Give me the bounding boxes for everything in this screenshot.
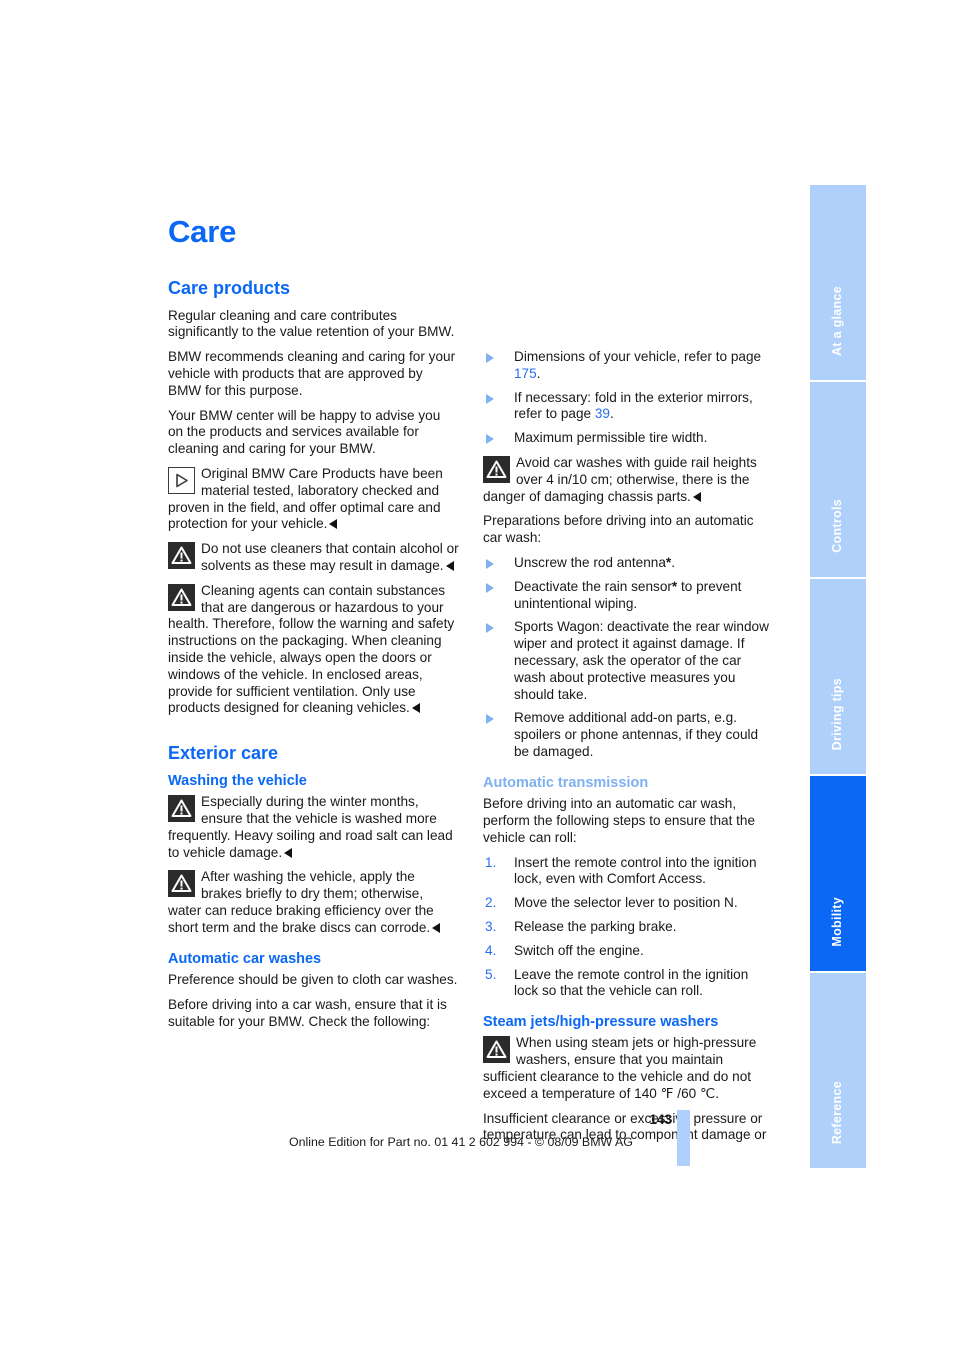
list-item: Unscrew the rod antenna*. (483, 555, 774, 572)
list-item: Remove additional add-on parts, e.g. spo… (483, 710, 774, 760)
list-item: Move the selector lever to position N. (485, 895, 738, 912)
warning-triangle-icon (483, 1036, 510, 1064)
list-item: Dimensions of your vehicle, refer to pag… (483, 349, 774, 383)
chapter-tab-mobility[interactable]: Mobility (810, 776, 866, 973)
note-text: After washing the vehicle, apply the bra… (168, 869, 434, 935)
page-reference-link[interactable]: 39 (595, 406, 610, 421)
note-text: Avoid car washes with guide rail heights… (483, 454, 757, 504)
note-text: Especially during the winter months, ens… (168, 794, 453, 860)
list-item-text-tail: . (536, 365, 541, 381)
note-dry-brakes-after-wash: After washing the vehicle, apply the bra… (168, 869, 459, 936)
list-item-text-tail: . (671, 554, 675, 570)
list-car-wash-checks: Dimensions of your vehicle, refer to pag… (483, 349, 774, 447)
note-cleaning-agents-hazard: Cleaning agents can contain substances t… (168, 583, 459, 717)
chapter-tab-label: Mobility (830, 897, 844, 947)
end-of-note-marker (411, 703, 420, 714)
list-item-text: Remove additional add-on parts, e.g. spo… (514, 710, 759, 759)
paragraph-preparations-intro: Preparations before driving into an auto… (483, 513, 754, 546)
list-item-text: Unscrew the rod antenna (514, 554, 666, 570)
chapter-tab-label: Driving tips (830, 677, 844, 750)
chapter-tab-label: Controls (830, 499, 844, 553)
note-text: Cleaning agents can contain substances t… (168, 582, 455, 716)
bullet-triangle-icon (486, 353, 494, 363)
chapter-tab-at-a-glance[interactable]: At a glance (810, 185, 866, 382)
heading-automatic-transmission: Automatic transmission (483, 774, 649, 791)
list-item-text-tail: . (609, 406, 614, 422)
list-item-text: If necessary: fold in the exterior mirro… (514, 389, 753, 422)
list-item-text: Sports Wagon: deactivate the rear window… (514, 619, 769, 702)
end-of-note-marker (329, 519, 338, 530)
page-content: Care Care products Regular cleaning and … (168, 216, 788, 1152)
list-transmission-steps: Insert the remote control into the ignit… (483, 855, 774, 1001)
list-car-wash-preparations: Unscrew the rod antenna*. Deactivate the… (483, 555, 774, 761)
paragraph-transmission-intro: Before driving into an automatic car was… (483, 796, 756, 845)
warning-triangle-icon (168, 795, 195, 823)
page-reference-link[interactable]: 175 (514, 366, 537, 381)
bullet-triangle-icon (486, 714, 494, 725)
note-no-alcohol-cleaners: Do not use cleaners that contain alcohol… (168, 541, 459, 575)
list-item: Leave the remote control in the ignition… (485, 966, 749, 999)
chapter-tab-controls[interactable]: Controls (810, 382, 866, 579)
list-item-text: Dimensions of your vehicle, refer to pag… (514, 349, 762, 364)
list-item: Insert the remote control into the ignit… (485, 854, 757, 887)
bullet-triangle-icon (486, 623, 494, 634)
list-item: Switch off the engine. (485, 942, 644, 960)
bullet-triangle-icon (486, 558, 494, 569)
footer-edition-text: Online Edition for Part no. 01 41 2 602 … (289, 1135, 633, 1149)
list-item: Deactivate the rain sensor* to prevent u… (483, 579, 774, 613)
end-of-note-marker (432, 922, 441, 933)
note-original-bmw-care-products: Original BMW Care Products have been mat… (168, 466, 459, 533)
note-text: When using steam jets or high-pressure w… (483, 1035, 757, 1101)
note-text: Do not use cleaners that contain alcohol… (201, 541, 459, 574)
paragraph-care-intro-2: BMW recommends cleaning and caring for y… (168, 349, 456, 398)
list-item: If necessary: fold in the exterior mirro… (483, 390, 774, 424)
list-item: Release the parking brake. (485, 918, 677, 936)
paragraph-care-intro-3: Your BMW center will be happy to advise … (168, 407, 441, 457)
note-winter-washing: Especially during the winter months, ens… (168, 794, 459, 861)
page-number: 143 (649, 1112, 672, 1127)
bullet-triangle-icon (486, 434, 494, 445)
chapter-tab-label: At a glance (830, 286, 844, 356)
paragraph-care-intro-1: Regular cleaning and care contributes si… (168, 307, 455, 340)
end-of-note-marker (445, 561, 454, 572)
footer-accent-bar (677, 1110, 690, 1166)
two-column-layout: Care products Regular cleaning and care … (168, 278, 788, 1152)
chapter-tab-driving-tips[interactable]: Driving tips (810, 579, 866, 776)
bullet-triangle-icon (486, 393, 494, 404)
note-steam-jets: When using steam jets or high-pressure w… (483, 1035, 774, 1102)
note-guide-rail-heights: Avoid car washes with guide rail heights… (483, 455, 774, 505)
note-text: Original BMW Care Products have been mat… (168, 466, 443, 532)
chapter-tab-strip: At a glance Controls Driving tips Mobili… (810, 185, 866, 1168)
heading-automatic-car-washes: Automatic car washes (168, 950, 322, 967)
warning-triangle-icon (168, 583, 195, 611)
page-title: Care (168, 214, 237, 249)
heading-care-products: Care products (168, 278, 291, 298)
heading-washing-the-vehicle: Washing the vehicle (168, 772, 307, 789)
right-column: Dimensions of your vehicle, refer to pag… (483, 278, 774, 1152)
paragraph-cloth-car-washes: Preference should be given to cloth car … (168, 972, 458, 988)
bullet-triangle-icon (486, 582, 494, 593)
chapter-tab-reference[interactable]: Reference (810, 973, 866, 1168)
warning-triangle-icon (168, 870, 195, 898)
manual-page: At a glance Controls Driving tips Mobili… (0, 0, 954, 1350)
heading-exterior-care: Exterior care (168, 743, 279, 764)
list-item-text: Maximum permissible tire width. (514, 430, 708, 446)
list-item: Sports Wagon: deactivate the rear window… (483, 619, 774, 703)
info-triangle-icon (168, 467, 195, 495)
list-item-text: Deactivate the rain sensor (514, 578, 672, 594)
end-of-note-marker (692, 491, 701, 502)
left-column: Care products Regular cleaning and care … (168, 278, 459, 1152)
heading-steam-jets-high-pressure-washers: Steam jets/high-pressure washers (483, 1014, 719, 1031)
paragraph-check-following: Before driving into a car wash, ensure t… (168, 996, 447, 1029)
end-of-note-marker (284, 847, 293, 858)
warning-triangle-icon (483, 455, 510, 483)
list-item: Maximum permissible tire width. (483, 430, 774, 447)
chapter-tab-label: Reference (830, 1080, 844, 1144)
warning-triangle-icon (168, 542, 195, 570)
